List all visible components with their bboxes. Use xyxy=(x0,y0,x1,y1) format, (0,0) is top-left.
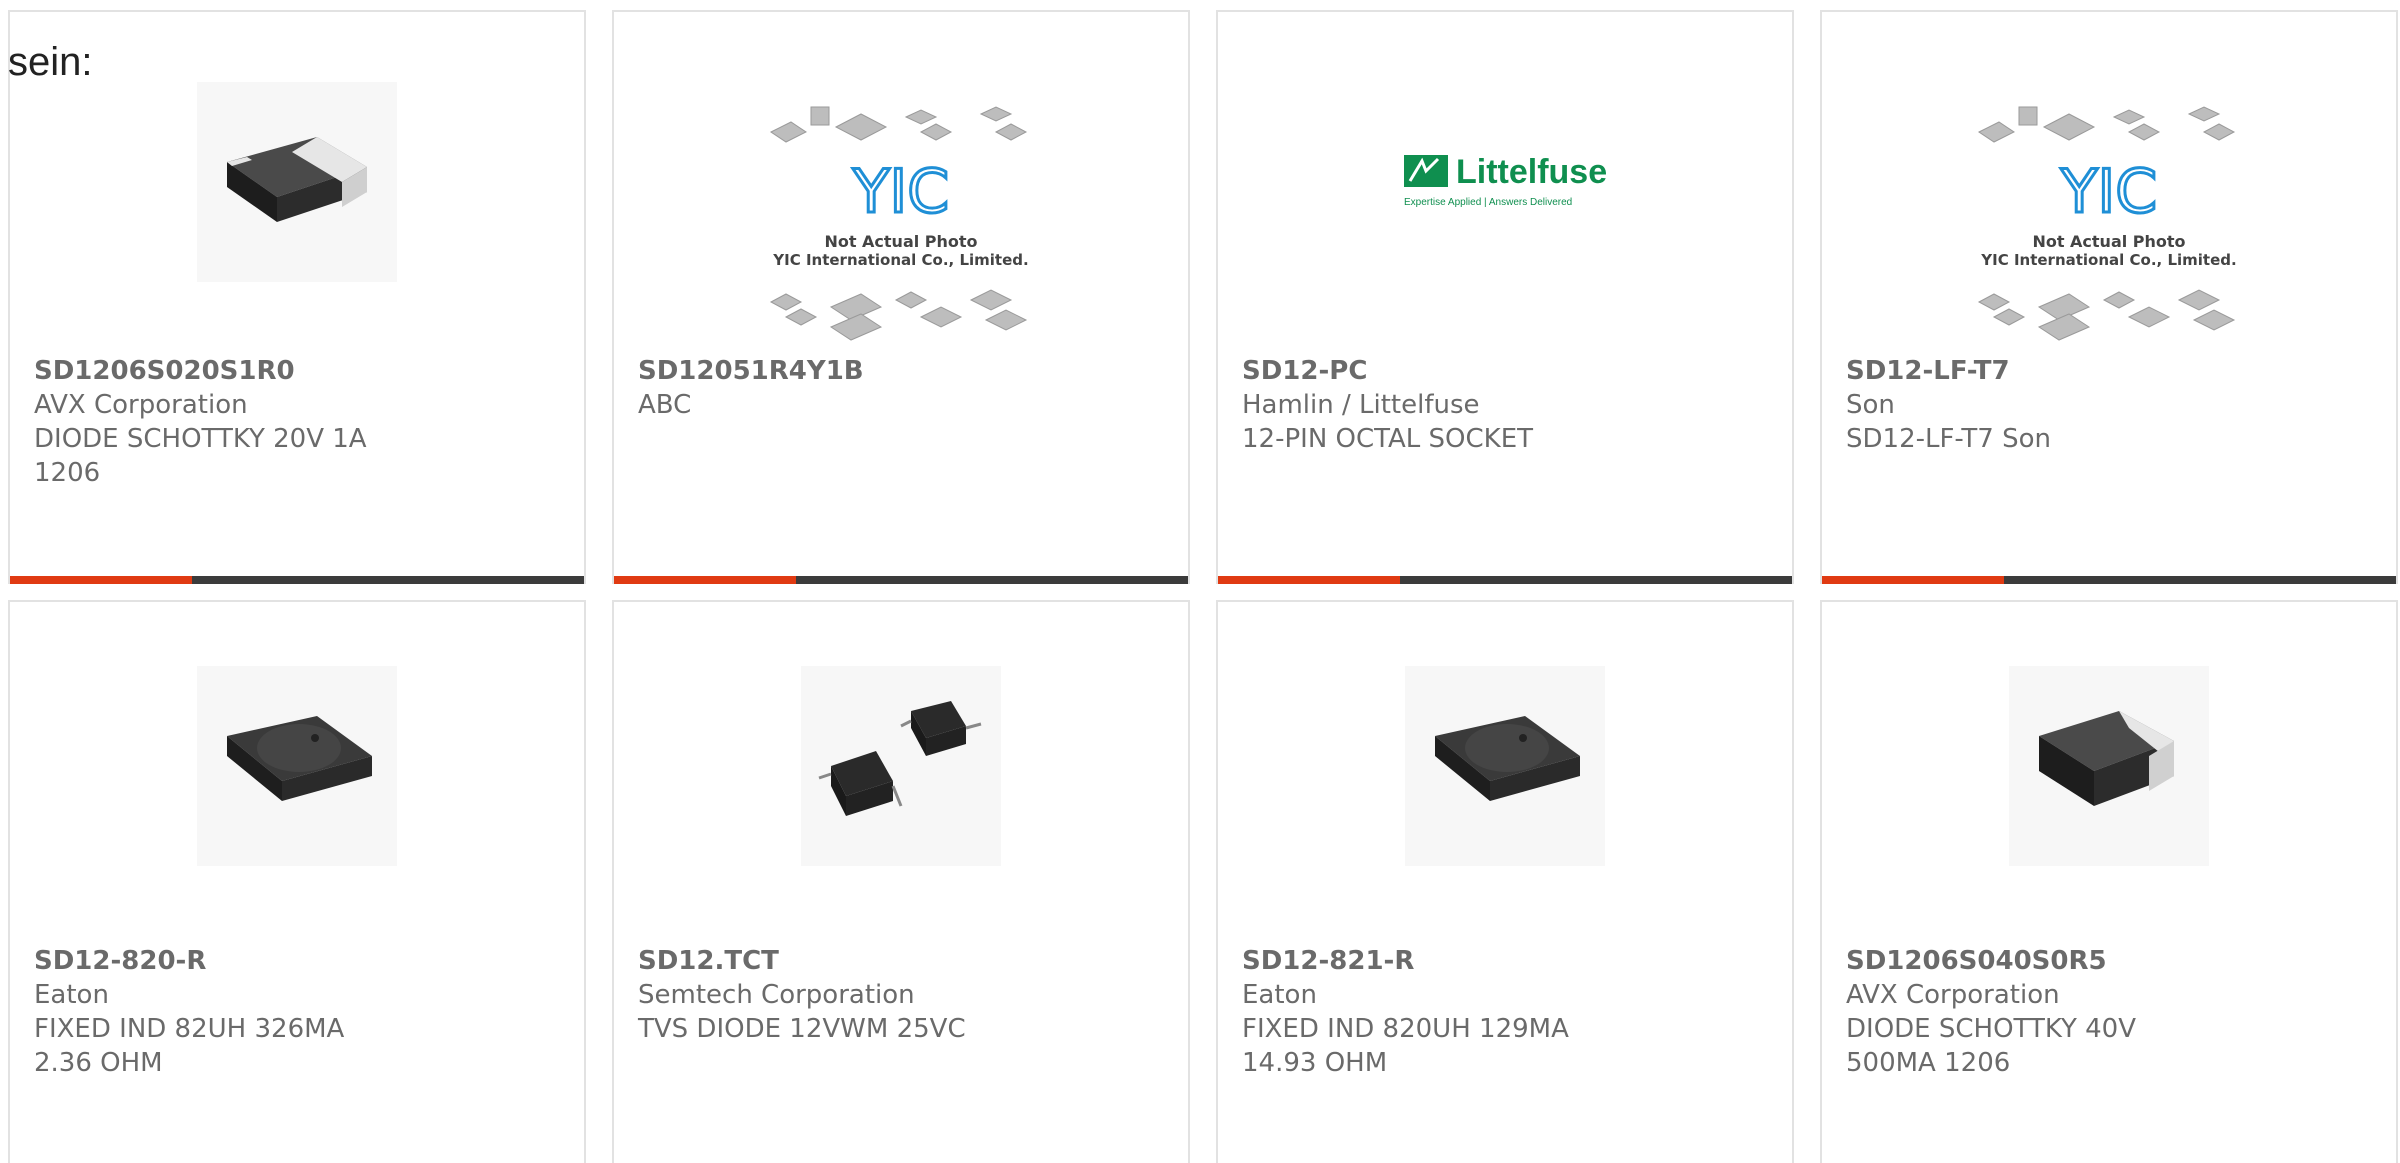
product-image-smd-diode[interactable] xyxy=(197,82,397,282)
product-description: FIXED IND 820UH 129MA 14.93 OHM xyxy=(1242,1014,1569,1078)
product-image-smd-inductor[interactable] xyxy=(1405,666,1605,866)
manufacturer-name: AVX Corporation xyxy=(1846,980,2060,1010)
card-footer-bar xyxy=(10,576,584,584)
part-number-link[interactable]: SD1206S020S1R0 xyxy=(34,354,404,388)
product-info: SD12-LF-T7 Son SD12-LF-T7 Son xyxy=(1846,354,2216,456)
manufacturer-name: Eaton xyxy=(1242,980,1317,1010)
manufacturer-name: Son xyxy=(1846,390,1895,420)
image-caption-2: YIC International Co., Limited. xyxy=(1980,251,2236,269)
product-card[interactable]: SD1206S020S1R0 AVX Corporation DIODE SCH… xyxy=(8,10,586,584)
section-heading: sein: xyxy=(8,40,93,84)
product-image-smd-diode[interactable] xyxy=(2009,666,2209,866)
yic-logo-text: YIC xyxy=(852,157,949,227)
product-description: TVS DIODE 12VWM 25VC xyxy=(638,1014,966,1044)
part-number-link[interactable]: SD1206S040S0R5 xyxy=(1846,944,2216,978)
image-caption-2: YIC International Co., Limited. xyxy=(772,251,1028,269)
card-footer-bar xyxy=(1218,576,1792,584)
product-info: SD12-PC Hamlin / Littelfuse 12-PIN OCTAL… xyxy=(1242,354,1612,456)
manufacturer-name: Hamlin / Littelfuse xyxy=(1242,390,1480,420)
part-number-link[interactable]: SD12-821-R xyxy=(1242,944,1612,978)
manufacturer-name: Semtech Corporation xyxy=(638,980,915,1010)
card-footer-accent xyxy=(1218,576,1400,584)
product-grid-page: sein: SD1206S020S1R0 AVX Corporation DIO… xyxy=(0,0,2400,1163)
product-description: DIODE SCHOTTKY 40V 500MA 1206 xyxy=(1846,1014,2136,1078)
product-image-tvs-diode[interactable] xyxy=(801,666,1001,866)
part-number-link[interactable]: SD12-820-R xyxy=(34,944,404,978)
image-caption-1: Not Actual Photo xyxy=(824,232,977,251)
product-card[interactable]: SD12-821-R Eaton FIXED IND 820UH 129MA 1… xyxy=(1216,600,1794,1163)
part-number-link[interactable]: SD12-PC xyxy=(1242,354,1612,388)
part-number-link[interactable]: SD12-LF-T7 xyxy=(1846,354,2216,388)
product-description: SD12-LF-T7 Son xyxy=(1846,424,2052,454)
part-number-link[interactable]: SD12051R4Y1B xyxy=(638,354,1008,388)
product-card[interactable]: Littelfuse Expertise Applied | Answers D… xyxy=(1216,10,1794,584)
product-info: SD12-821-R Eaton FIXED IND 820UH 129MA 1… xyxy=(1242,944,1612,1080)
product-description: DIODE SCHOTTKY 20V 1A 1206 xyxy=(34,424,367,488)
littelfuse-logo-text: Littelfuse xyxy=(1456,153,1607,191)
product-description: FIXED IND 82UH 326MA 2.36 OHM xyxy=(34,1014,345,1078)
image-caption-1: Not Actual Photo xyxy=(2032,232,2185,251)
card-footer-bar xyxy=(1822,576,2396,584)
card-footer-accent xyxy=(614,576,796,584)
product-card[interactable]: YIC Not Actual Photo YIC International C… xyxy=(1820,10,2398,584)
product-card[interactable]: SD1206S040S0R5 AVX Corporation DIODE SCH… xyxy=(1820,600,2398,1163)
product-info: SD12-820-R Eaton FIXED IND 82UH 326MA 2.… xyxy=(34,944,404,1080)
card-footer-accent xyxy=(10,576,192,584)
product-info: SD1206S040S0R5 AVX Corporation DIODE SCH… xyxy=(1846,944,2216,1080)
card-footer-accent xyxy=(1822,576,2004,584)
product-card[interactable]: SD12.TCT Semtech Corporation TVS DIODE 1… xyxy=(612,600,1190,1163)
product-info: SD1206S020S1R0 AVX Corporation DIODE SCH… xyxy=(34,354,404,490)
manufacturer-name: Eaton xyxy=(34,980,109,1010)
product-description: 12-PIN OCTAL SOCKET xyxy=(1242,424,1534,454)
card-footer-bar xyxy=(614,576,1188,584)
product-image-smd-inductor[interactable] xyxy=(197,666,397,866)
product-info: SD12051R4Y1B ABC xyxy=(638,354,1008,422)
littelfuse-tagline: Expertise Applied | Answers Delivered xyxy=(1404,197,1572,208)
product-info: SD12.TCT Semtech Corporation TVS DIODE 1… xyxy=(638,944,1008,1046)
littelfuse-logo-image[interactable]: Littelfuse Expertise Applied | Answers D… xyxy=(1400,147,1610,217)
product-image-yic-placeholder[interactable]: YIC Not Actual Photo YIC International C… xyxy=(1969,102,2249,342)
product-image-yic-placeholder[interactable]: YIC Not Actual Photo YIC International C… xyxy=(761,102,1041,342)
product-card[interactable]: YIC Not Actual Photo YIC International C… xyxy=(612,10,1190,584)
part-number-link[interactable]: SD12.TCT xyxy=(638,944,1008,978)
manufacturer-name: AVX Corporation xyxy=(34,390,248,420)
manufacturer-name: ABC xyxy=(638,390,692,420)
product-card[interactable]: SD12-820-R Eaton FIXED IND 82UH 326MA 2.… xyxy=(8,600,586,1163)
yic-logo-text: YIC xyxy=(2060,157,2157,227)
